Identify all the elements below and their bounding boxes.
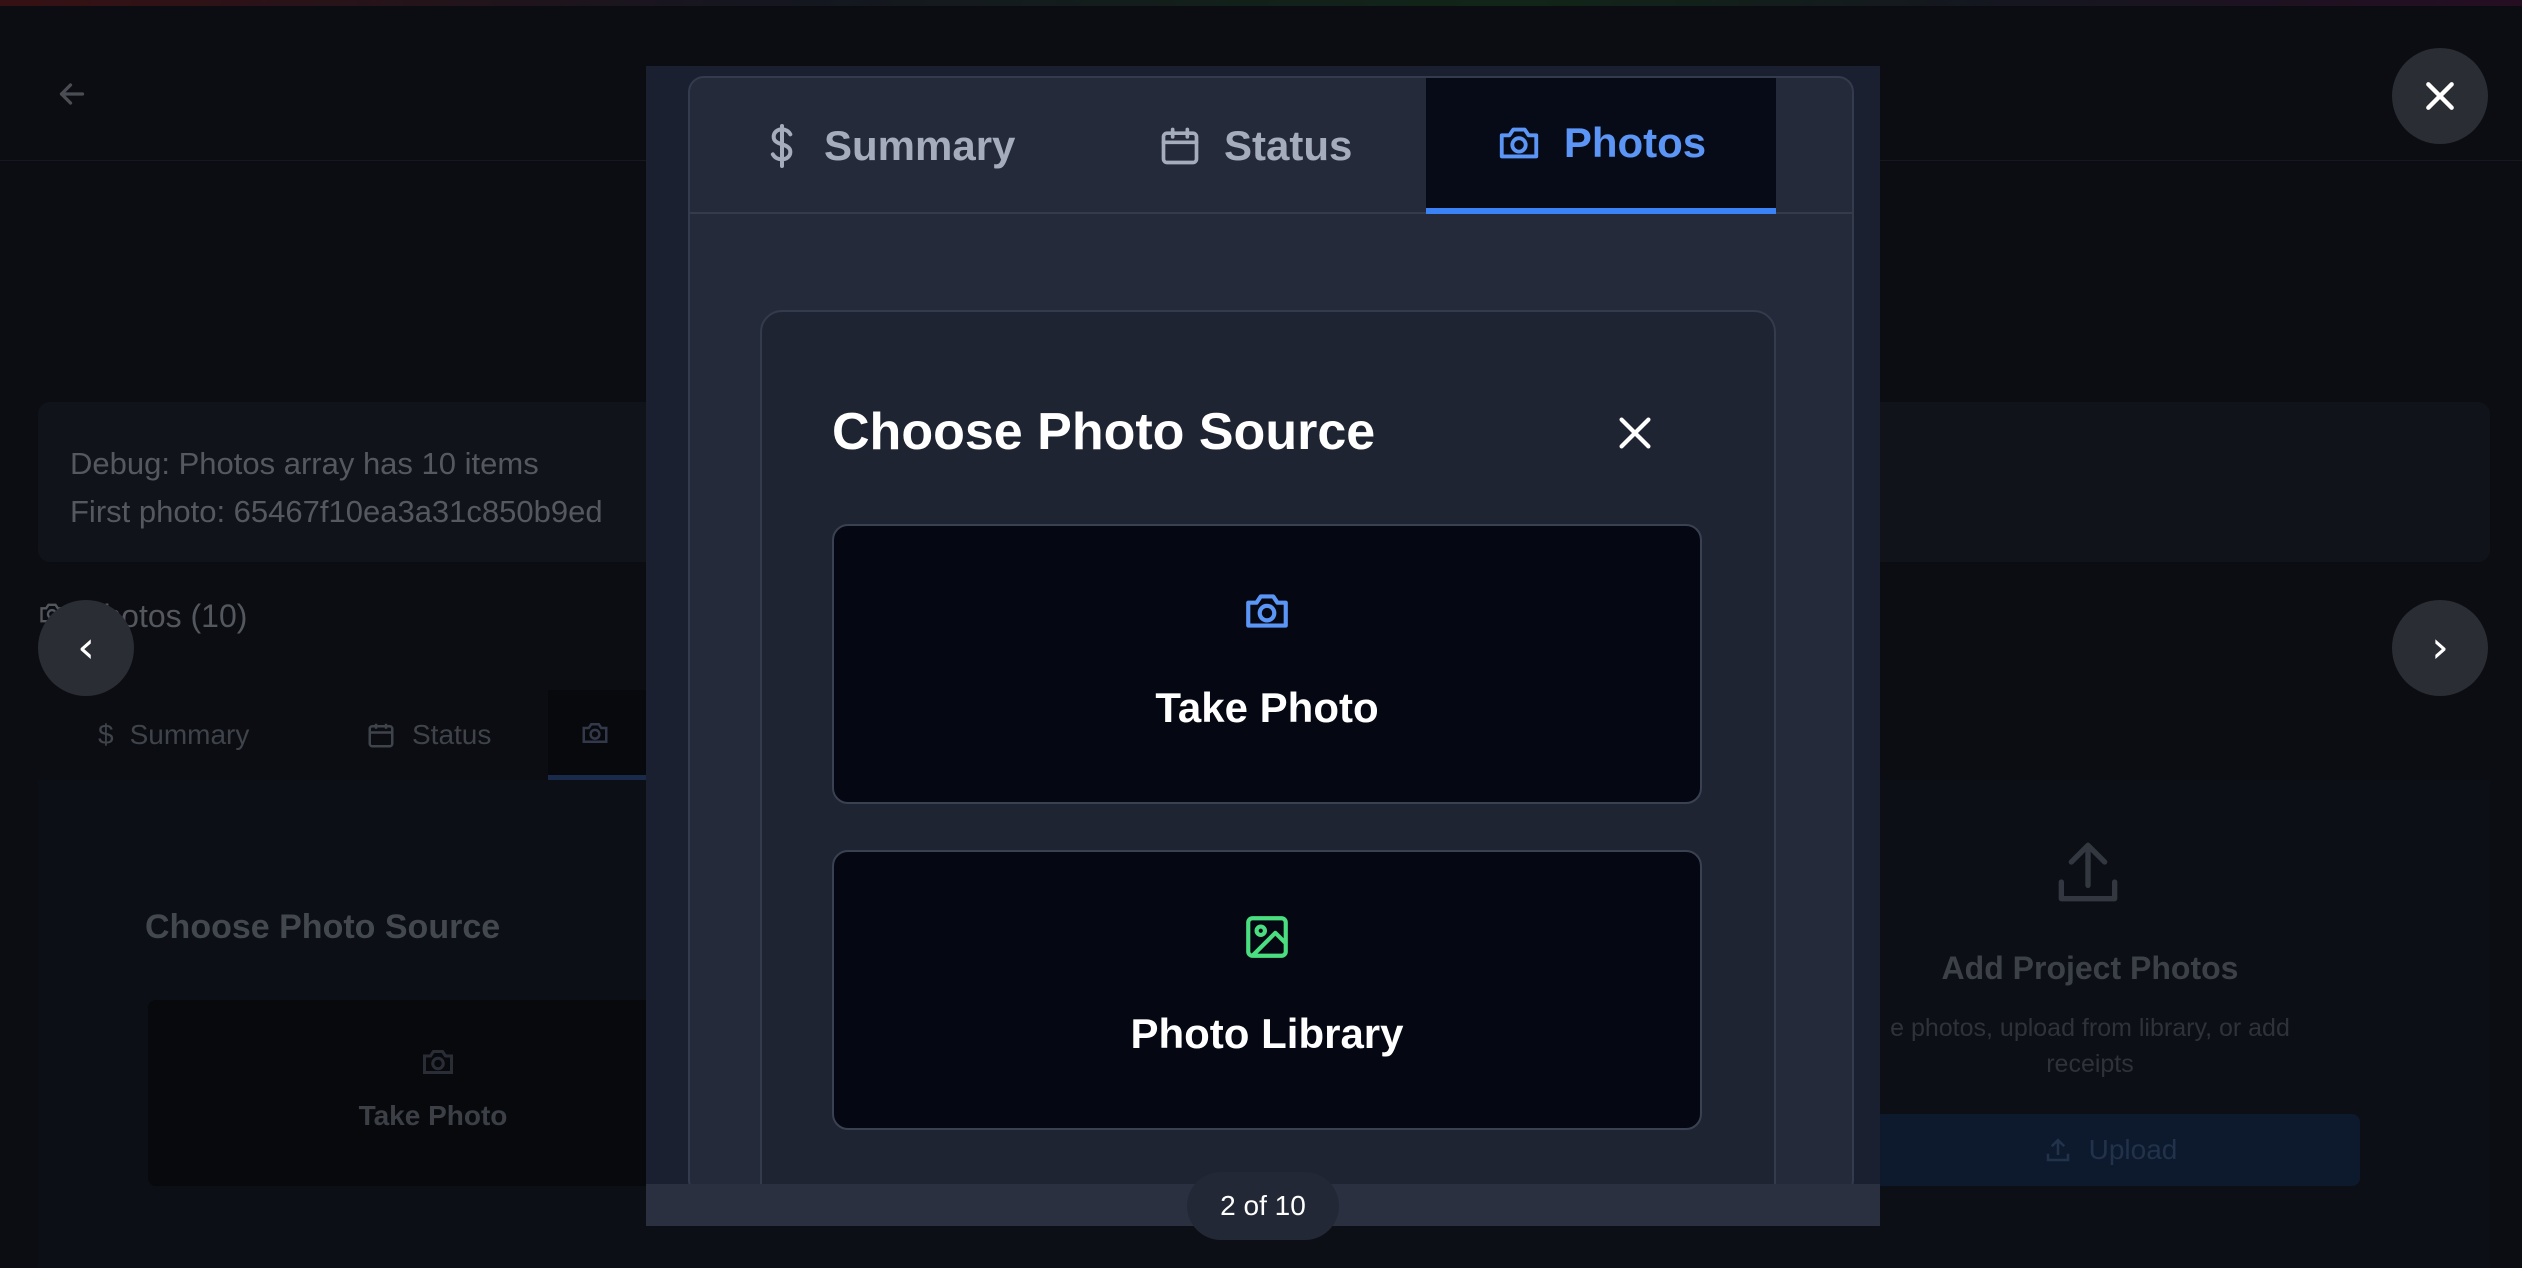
bg-choose-title: Choose Photo Source <box>145 908 501 946</box>
screenshot-photo: Summary Status Photos Choose Photo Sourc… <box>688 76 1854 1196</box>
tab-status-label: Status <box>1224 122 1353 169</box>
upload-icon <box>2058 842 2118 902</box>
tab-photos[interactable]: Photos <box>1426 78 1776 214</box>
previous-photo-button[interactable]: ‹ <box>38 600 134 696</box>
camera-icon <box>1499 127 1538 159</box>
photo-source-dialog: Choose Photo Source Take Photo Photo Lib… <box>760 310 1776 1194</box>
photo-counter: 2 of 10 <box>1187 1172 1339 1240</box>
receipt-icon <box>1850 122 1854 170</box>
tab-summary[interactable]: Summary <box>762 78 1015 214</box>
next-photo-button[interactable]: › <box>2392 600 2488 696</box>
bg-tab-summary: $ Summary <box>98 690 249 780</box>
close-icon <box>2426 82 2454 110</box>
tabbar: Summary Status Photos <box>690 78 1852 214</box>
bg-upload-label: Upload <box>2088 1134 2178 1165</box>
calendar-icon <box>1161 127 1199 165</box>
dialog-title: Choose Photo Source <box>832 403 1376 461</box>
tab-summary-label: Summary <box>824 122 1016 169</box>
tab-status[interactable]: Status <box>1158 78 1352 214</box>
dollar-icon: $ <box>98 719 114 750</box>
bg-add-photos-title: Add Project Photos <box>1941 950 2239 986</box>
take-photo-button[interactable]: Take Photo <box>832 524 1702 804</box>
dollar-icon <box>770 124 793 168</box>
photo-library-label: Photo Library <box>1130 1010 1404 1057</box>
camera-icon <box>423 1050 453 1074</box>
camera-icon <box>1246 594 1288 628</box>
camera-icon <box>582 722 608 743</box>
image-icon <box>1246 916 1288 958</box>
bg-upload-button: Upload <box>1860 1114 2360 1186</box>
chevron-right-icon: › <box>2431 622 2449 673</box>
bg-tab-status-label: Status <box>412 719 492 750</box>
bg-tab-summary-label: Summary <box>129 719 250 750</box>
chevron-left-icon: ‹ <box>77 622 95 673</box>
bg-tab-status: Status <box>366 690 491 780</box>
top-accent-bar <box>0 0 2522 6</box>
tab-photos-label: Photos <box>1563 119 1707 166</box>
photo-library-button[interactable]: Photo Library <box>832 850 1702 1130</box>
background-tabbar: $ Summary Status <box>48 690 668 780</box>
photo-viewer: Summary Status Photos Choose Photo Sourc… <box>646 66 1880 1226</box>
calendar-icon <box>368 723 394 748</box>
back-arrow-icon <box>59 83 85 105</box>
take-photo-label: Take Photo <box>1155 684 1379 731</box>
close-icon[interactable] <box>1612 410 1658 456</box>
upload-icon <box>2046 1138 2069 1162</box>
tab-receipts[interactable] <box>1850 78 1854 214</box>
bg-add-photos-subtitle: e photos, upload from library, or add re… <box>1890 1014 2290 1078</box>
bg-take-photo: Take Photo <box>148 1000 718 1186</box>
close-viewer-button[interactable] <box>2392 48 2488 144</box>
